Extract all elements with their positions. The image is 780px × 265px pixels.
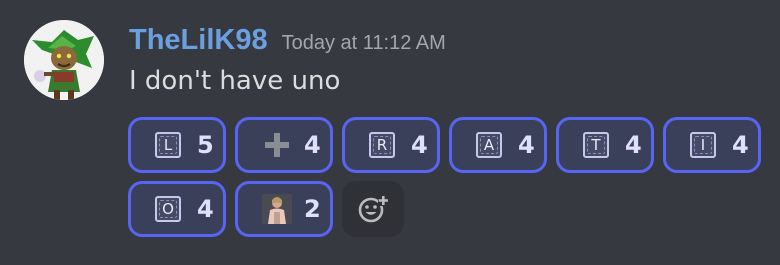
heavy-plus-sign-icon	[265, 133, 289, 157]
reaction-row: O 4 2	[128, 181, 778, 237]
regional-indicator-a-icon: A	[476, 132, 502, 158]
reaction-letter-a[interactable]: A 4	[449, 117, 547, 173]
reaction-count: 4	[518, 131, 535, 159]
message-content: I don't have uno	[129, 66, 341, 96]
reaction-letter-t[interactable]: T 4	[556, 117, 654, 173]
regional-indicator-t-icon: T	[583, 132, 609, 158]
reaction-custom-photo[interactable]: 2	[235, 181, 333, 237]
username[interactable]: TheLilK98	[129, 24, 268, 56]
goblin-character-avatar-icon	[24, 20, 104, 100]
regional-indicator-o-icon: O	[155, 196, 181, 222]
reaction-letter-l[interactable]: L 5	[128, 117, 226, 173]
reaction-count: 4	[732, 131, 749, 159]
regional-indicator-i-icon: I	[690, 132, 716, 158]
reaction-count: 4	[304, 131, 321, 159]
reaction-letter-o[interactable]: O 4	[128, 181, 226, 237]
reaction-count: 4	[197, 195, 214, 223]
add-reaction-button[interactable]	[342, 181, 404, 237]
regional-indicator-l-icon: L	[155, 132, 181, 158]
user-avatar[interactable]	[24, 20, 104, 100]
reaction-letter-r[interactable]: R 4	[342, 117, 440, 173]
regional-indicator-r-icon: R	[369, 132, 395, 158]
reaction-count: 5	[197, 131, 214, 159]
reactions-bar: L 5 4 R 4 A 4 T 4 I 4 O 4 2	[128, 117, 778, 245]
message-header: TheLilK98 Today at 11:12 AM	[129, 24, 446, 60]
reaction-count: 4	[625, 131, 642, 159]
reaction-count: 4	[411, 131, 428, 159]
reaction-row: L 5 4 R 4 A 4 T 4 I 4	[128, 117, 778, 173]
chat-message: TheLilK98 Today at 11:12 AM I don't have …	[0, 0, 780, 265]
reaction-letter-i[interactable]: I 4	[663, 117, 761, 173]
add-reaction-icon	[358, 195, 388, 223]
custom-photo-emoji-icon	[262, 194, 292, 224]
message-timestamp: Today at 11:12 AM	[281, 32, 446, 54]
reaction-count: 2	[304, 195, 321, 223]
reaction-plus[interactable]: 4	[235, 117, 333, 173]
